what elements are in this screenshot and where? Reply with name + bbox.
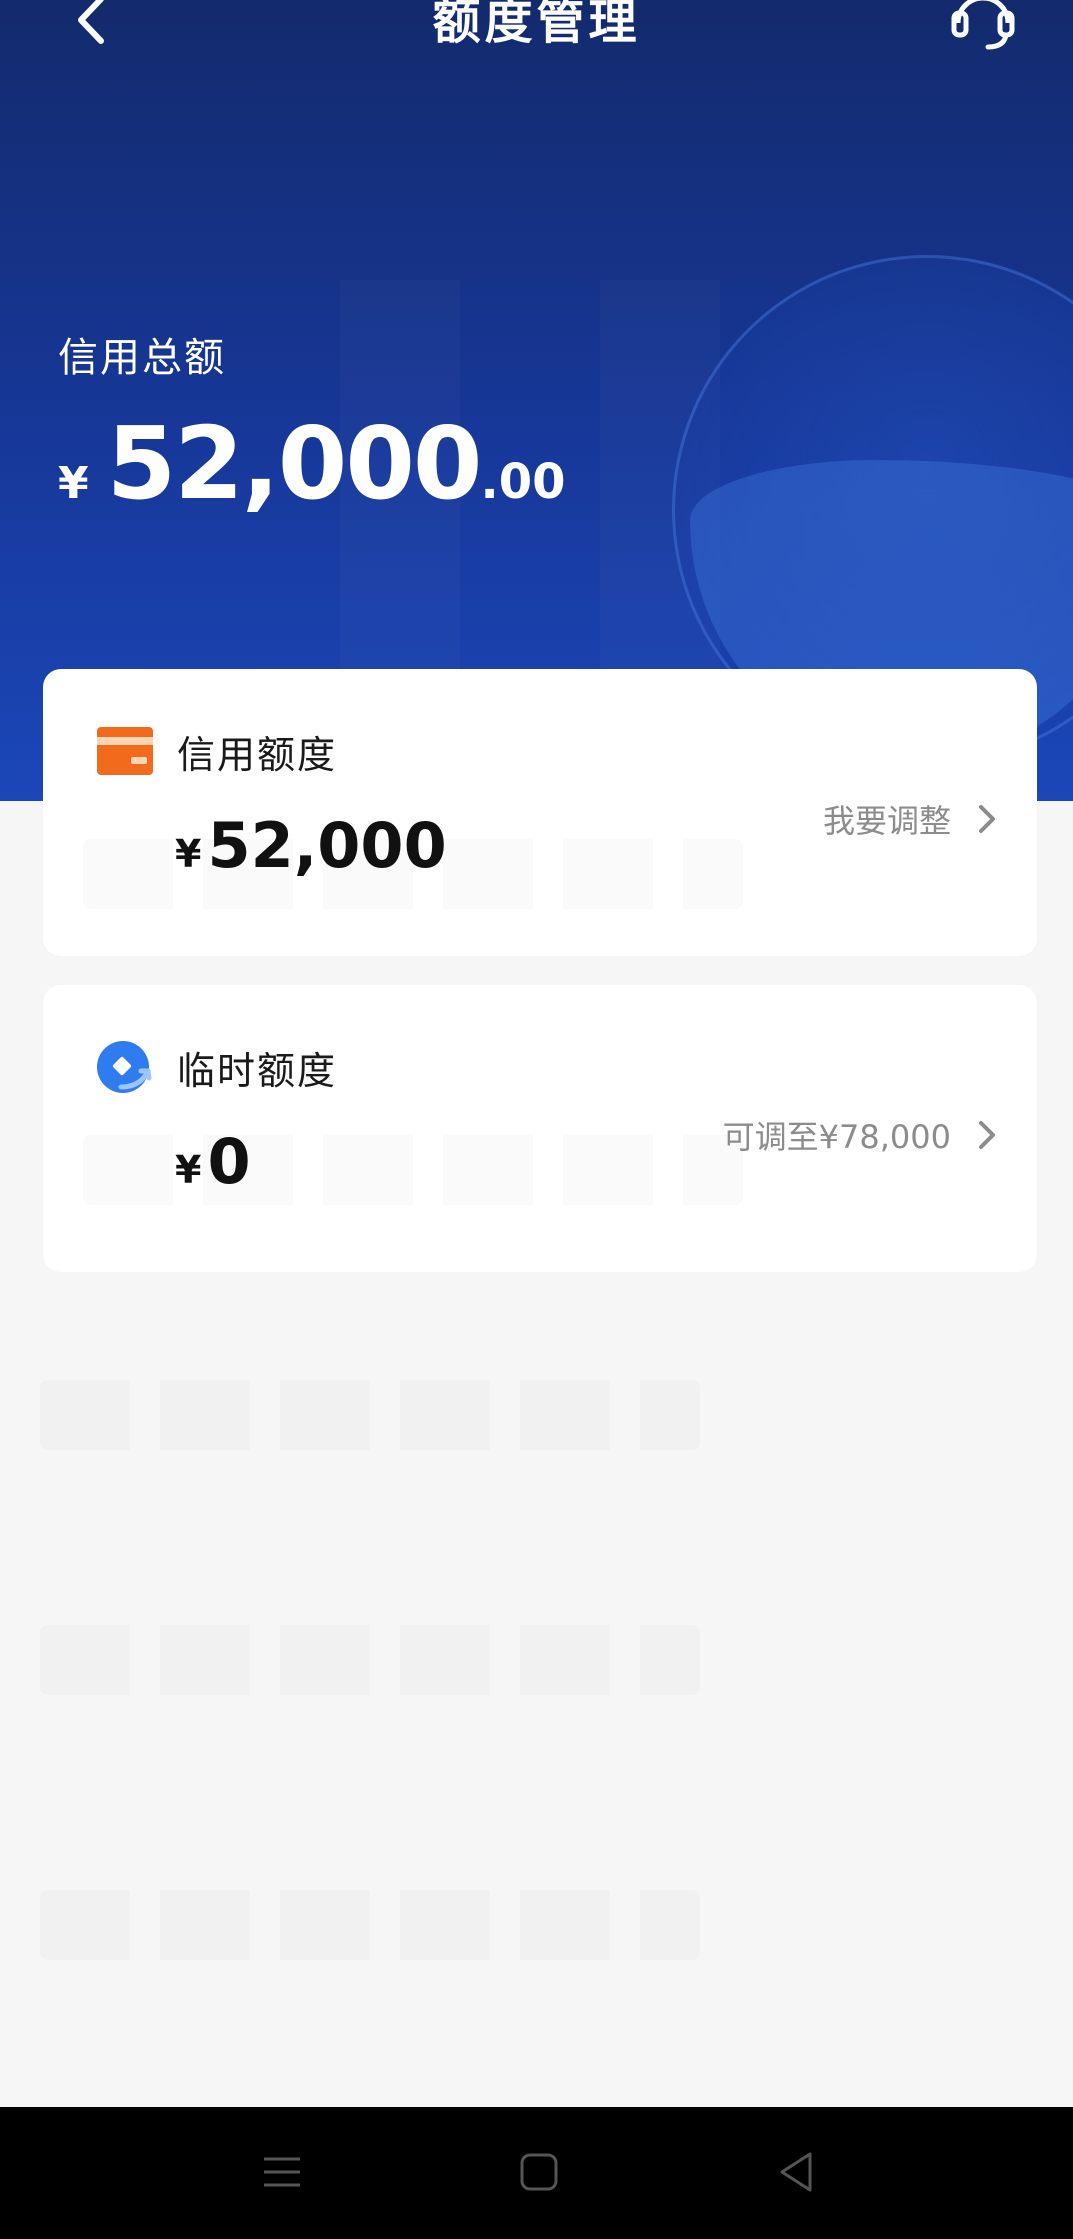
currency-symbol: ¥	[175, 1148, 202, 1192]
total-credit-amount: ¥ 52,000 .00	[58, 405, 566, 522]
watermark	[40, 1380, 700, 1450]
adjust-temporary-button[interactable]: 可调至¥78,000	[723, 1105, 999, 1165]
watermark	[40, 1625, 700, 1695]
temporary-limit-value: 0	[207, 1125, 251, 1198]
temporary-limit-icon	[97, 1041, 152, 1093]
temporary-limit-hint: 可调至¥78,000	[722, 1118, 951, 1156]
credit-card-icon	[97, 727, 153, 775]
home-button[interactable]	[499, 2137, 579, 2207]
currency-symbol: ¥	[58, 458, 89, 509]
customer-service-button[interactable]	[945, 0, 1021, 56]
credit-limit-card: 信用额度 ¥ 52,000 我要调整	[43, 669, 1037, 956]
adjust-credit-button[interactable]: 我要调整	[823, 789, 999, 849]
adjust-credit-label: 我要调整	[822, 802, 951, 840]
system-navigation-bar	[0, 2107, 1073, 2239]
chevron-right-icon	[979, 1121, 995, 1149]
currency-symbol: ¥	[175, 832, 202, 876]
back-triangle-icon	[780, 2152, 812, 2192]
chevron-right-icon	[979, 805, 995, 833]
recent-apps-button[interactable]	[242, 2137, 322, 2207]
menu-icon	[264, 2157, 300, 2187]
home-square-icon	[520, 2153, 558, 2191]
credit-limit-value: 52,000	[207, 809, 447, 882]
total-amount-integer: 52,000	[106, 405, 483, 522]
total-amount-decimal: .00	[480, 454, 566, 510]
temporary-limit-title: 临时额度	[177, 1049, 338, 1093]
system-back-button[interactable]	[756, 2137, 836, 2207]
total-credit-label: 信用总额	[58, 335, 226, 381]
temporary-limit-amount: ¥ 0	[175, 1125, 251, 1198]
credit-limit-title: 信用额度	[177, 733, 338, 777]
watermark	[40, 1890, 700, 1960]
page-title: 额度管理	[432, 0, 641, 50]
customer-service-headset-icon	[951, 0, 1015, 50]
credit-limit-amount: ¥ 52,000	[175, 809, 447, 882]
temporary-limit-card: 临时额度 ¥ 0 可调至¥78,000	[43, 985, 1037, 1272]
